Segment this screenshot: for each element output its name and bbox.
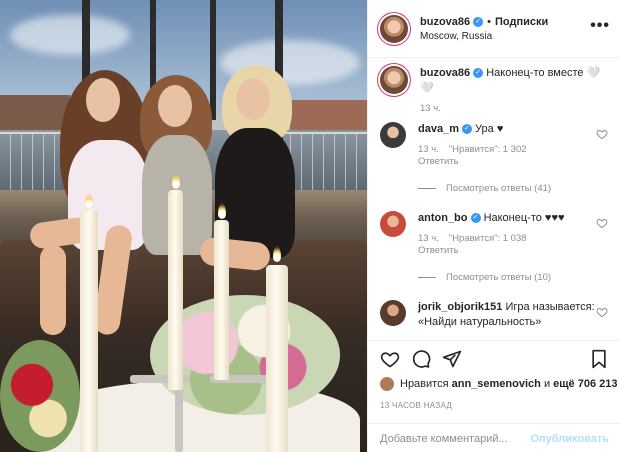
caption-meta: 13 ч. (420, 102, 612, 115)
comment-item: anton_bo ✓ Наконец-то ♥♥♥ 13 ч. "Нравится"… (380, 211, 612, 256)
comment-icon[interactable] (411, 349, 431, 369)
comment-body: jorik_objorik151 Игра называется: «Найди… (418, 300, 612, 330)
post-location[interactable]: Moscow, Russia (420, 31, 548, 42)
comment-item: jorik_objorik151 Игра называется: «Найди… (380, 300, 612, 330)
post-sidebar: buzova86 ✓ • Подписки Moscow, Russia ••• bu… (367, 0, 620, 452)
separator-dot: • (487, 15, 491, 28)
comment-like-icon[interactable] (596, 217, 608, 229)
comment-like-icon[interactable] (596, 306, 608, 318)
avatar[interactable] (380, 14, 408, 43)
comment-meta: 13 ч. "Нравится": 1 038 (418, 232, 612, 245)
candelabra (175, 380, 183, 452)
caption-age: 13 ч. (420, 103, 441, 114)
flower-bouquet (0, 340, 80, 452)
cloud (10, 15, 130, 55)
likes-count[interactable]: ещё 706 213 (553, 378, 617, 390)
heart-icon[interactable] (380, 349, 400, 369)
likes-prefix: Нравится (400, 378, 449, 390)
caption: buzova86 ✓ Наконец-то вместе 🤍🤍 13 ч. (380, 66, 612, 115)
verified-icon: ✓ (473, 68, 484, 79)
avatar[interactable] (380, 300, 406, 326)
candle-flame (85, 193, 93, 209)
more-icon[interactable]: ••• (590, 17, 610, 35)
action-icons (380, 349, 609, 371)
candle (168, 190, 183, 390)
face (86, 78, 120, 122)
comment-body: dava_m ✓ Ура ♥ 13 ч. "Нравится": 1 302 Отв… (418, 122, 612, 167)
avatar[interactable] (380, 122, 406, 148)
city-buildings (0, 95, 70, 133)
comment-age: 13 ч. (418, 144, 439, 155)
divider (418, 188, 436, 189)
avatar[interactable] (380, 377, 394, 391)
view-replies-label[interactable]: Посмотреть ответы (41) (446, 183, 551, 194)
candle-flame (172, 173, 180, 189)
caption-body: buzova86 ✓ Наконец-то вместе 🤍🤍 13 ч. (420, 66, 612, 115)
candle (214, 220, 229, 380)
candle-flame (273, 246, 281, 262)
verified-icon: ✓ (470, 213, 481, 224)
candle (80, 210, 98, 452)
post-header: buzova86 ✓ • Подписки Moscow, Russia ••• (368, 0, 620, 58)
header-text: buzova86 ✓ • Подписки Moscow, Russia (420, 16, 548, 42)
follow-button[interactable]: Подписки (495, 16, 548, 28)
bookmark-icon[interactable] (589, 349, 609, 369)
comments-list[interactable]: buzova86 ✓ Наконец-то вместе 🤍🤍 13 ч. dav… (368, 58, 620, 340)
view-replies-button[interactable]: Посмотреть ответы (41) (418, 183, 551, 194)
post-actions: Нравится ann_semenovich и ещё 706 213 13… (368, 340, 620, 452)
comment-body: anton_bo ✓ Наконец-то ♥♥♥ 13 ч. "Нравится"… (418, 211, 612, 256)
comment-username[interactable]: anton_bo (418, 212, 468, 224)
boat-frame (210, 0, 216, 120)
candle-flame (218, 203, 226, 219)
reply-button[interactable]: Ответить (418, 245, 612, 256)
comment-text-line: anton_bo ✓ Наконец-то ♥♥♥ (418, 211, 612, 226)
avatar[interactable] (380, 211, 406, 237)
comment-username[interactable]: jorik_objorik151 (418, 301, 502, 313)
header-user-line: buzova86 ✓ • Подписки (420, 16, 548, 28)
comment-text: Наконец-то ♥♥♥ (483, 212, 565, 224)
view-replies-button[interactable]: Посмотреть ответы (10) (418, 272, 551, 283)
comment-likes[interactable]: "Нравится": 1 302 (449, 144, 527, 155)
avatar[interactable] (380, 66, 408, 94)
caption-username[interactable]: buzova86 (420, 67, 470, 79)
verified-icon: ✓ (473, 16, 484, 27)
comment-age: 13 ч. (418, 233, 439, 244)
comment-item: dava_m ✓ Ура ♥ 13 ч. "Нравится": 1 302 Отв… (380, 122, 612, 167)
verified-icon: ✓ (461, 124, 472, 135)
caption-text-line: buzova86 ✓ Наконец-то вместе 🤍🤍 (420, 66, 612, 96)
comment-username[interactable]: dava_m (418, 123, 459, 135)
comment-likes[interactable]: "Нравится": 1 038 (449, 233, 527, 244)
city-buildings (290, 100, 367, 130)
likes-user[interactable]: ann_semenovich (452, 378, 541, 390)
likes-line: Нравится ann_semenovich и ещё 706 213 (380, 377, 618, 391)
candle (266, 265, 288, 452)
post-photo[interactable] (0, 0, 367, 452)
reply-button[interactable]: Ответить (418, 156, 612, 167)
comment-like-icon[interactable] (596, 128, 608, 140)
comment-text-line: dava_m ✓ Ура ♥ (418, 122, 612, 137)
comment-text-line: jorik_objorik151 Игра называется: «Найди… (418, 300, 612, 330)
divider (418, 277, 436, 278)
comment-input[interactable] (380, 432, 531, 445)
view-replies-label[interactable]: Посмотреть ответы (10) (446, 272, 551, 283)
add-comment-bar: Опубликовать (368, 423, 620, 452)
post-timestamp[interactable]: 13 ЧАСОВ НАЗАД (380, 401, 452, 410)
legs (40, 245, 66, 335)
comment-text: Ура ♥ (475, 123, 504, 135)
comment-meta: 13 ч. "Нравится": 1 302 (418, 143, 612, 156)
likes-middle: и (543, 378, 551, 390)
share-icon[interactable] (442, 349, 462, 369)
face (236, 78, 270, 120)
post-username[interactable]: buzova86 (420, 16, 470, 28)
post-comment-button[interactable]: Опубликовать (530, 433, 609, 445)
face (158, 85, 192, 127)
